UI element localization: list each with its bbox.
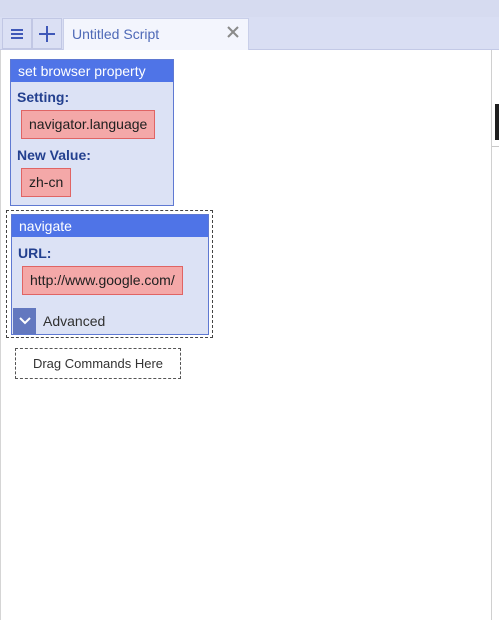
tab-title: Untitled Script [72,26,160,42]
command-header: navigate [12,215,208,237]
tab-bar: Untitled Script [0,0,499,50]
field-value-url[interactable]: http://www.google.com/ [22,266,183,295]
new-tab-button[interactable] [32,18,62,49]
right-pane-border [491,50,492,620]
hamburger-icon [11,28,23,39]
selected-command-outline: navigate URL: http://www.google.com/ Adv… [6,210,213,338]
field-label-new-value: New Value: [17,147,91,163]
field-label-setting: Setting: [17,89,70,105]
right-pane-handle[interactable] [495,104,499,140]
command-set-browser-property[interactable]: set browser property Setting: navigator.… [10,59,174,206]
chevron-down-icon[interactable] [13,308,36,334]
right-pane-divider [492,146,499,147]
tab-untitled-script[interactable]: Untitled Script [63,18,249,50]
title-strip [0,0,499,17]
command-header: set browser property [11,60,173,82]
close-icon[interactable] [226,25,240,39]
advanced-toggle[interactable]: Advanced [13,308,203,334]
field-value-setting[interactable]: navigator.language [21,110,156,139]
command-navigate[interactable]: navigate URL: http://www.google.com/ Adv… [11,214,209,335]
workspace-left-border [0,50,1,620]
menu-button[interactable] [2,18,32,49]
field-value-new-value[interactable]: zh-cn [21,168,72,197]
drag-commands-drop-zone[interactable]: Drag Commands Here [15,348,181,379]
advanced-label: Advanced [43,313,106,329]
app-window: Untitled Script set browser property Set… [0,0,499,620]
field-label-url: URL: [18,245,52,261]
plus-icon [39,25,55,42]
